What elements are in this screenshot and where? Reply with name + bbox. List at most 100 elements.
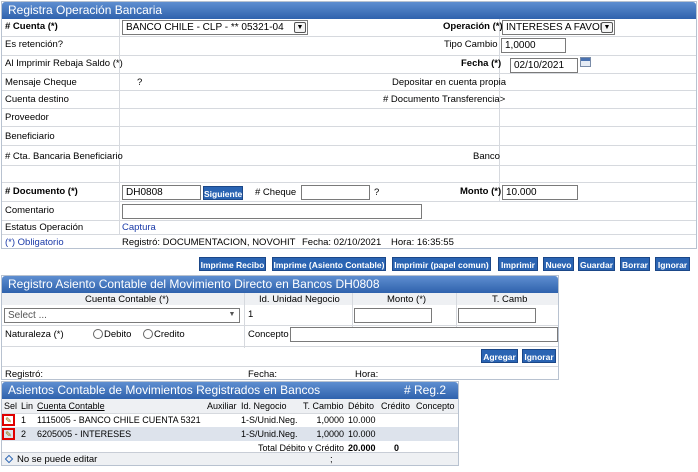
movimientos-panel: Asientos Contable de Movimientos Registr… <box>1 381 459 466</box>
registro-label: Registró: <box>5 369 44 380</box>
header-tcambio: T. Cambio <box>303 400 344 411</box>
imprimir-papel-button[interactable]: Imprimir (papel comun) <box>392 257 491 271</box>
row-auxiliar <box>205 427 239 441</box>
asiento-fecha-label: Fecha: <box>248 369 278 380</box>
header-auxiliar: Auxiliar <box>207 400 237 411</box>
cheque-help[interactable]: ? <box>374 187 379 198</box>
action-toolbar: Imprime Recibo Imprime (Asiento Contable… <box>0 257 698 273</box>
header-cuenta[interactable]: Cuenta Contable <box>35 399 205 413</box>
table-row: ✎ 1 1115005 - BANCO CHILE CUENTA 5321 1-… <box>2 413 458 427</box>
cuenta-contable-select[interactable]: Select ... ▼ <box>4 308 240 323</box>
row-select-cell: ✎ <box>2 413 19 427</box>
row-debito: 10.000 <box>348 415 376 426</box>
monto-input[interactable]: 10.000 <box>502 185 578 200</box>
concepto-input[interactable] <box>290 327 558 342</box>
monto-label: Monto (*) <box>460 186 502 197</box>
header-credito: Crédito <box>381 400 411 411</box>
documento-label: # Documento (*) <box>5 186 78 197</box>
operacion-select-value: INTERESES A FAVOR <box>506 22 607 33</box>
row-cuenta: 6205005 - INTERESES <box>37 429 132 439</box>
operation-form-panel: Registra Operación Bancaria # Cuenta (*)… <box>1 1 697 249</box>
imprime-asiento-button[interactable]: Imprime (Asiento Contable) <box>272 257 386 271</box>
fecha-label: Fecha (*) <box>461 58 502 69</box>
row-select-cell: ✎ <box>2 427 19 441</box>
monto-asiento-input[interactable] <box>354 308 432 323</box>
guardar-button[interactable]: Guardar <box>578 257 615 271</box>
asiento-hora-label: Hora: <box>355 369 379 380</box>
imprimir-button[interactable]: Imprimir <box>498 257 538 271</box>
row-cuenta: 1115005 - BANCO CHILE CUENTA 5321 <box>37 415 201 426</box>
comentario-input[interactable] <box>122 204 422 219</box>
cuenta-select-value: BANCO CHILE - CLP - ** 05321-04 <box>126 22 284 33</box>
mensaje-cheque-help[interactable]: ? <box>137 77 142 88</box>
chevron-down-icon: ▼ <box>294 22 306 33</box>
cuenta-contable-placeholder: Select ... <box>8 310 47 321</box>
debito-radio[interactable] <box>93 329 103 339</box>
table-row: ✎ 2 6205005 - INTERESES 1-S/Unid.Neg. 1,… <box>2 427 458 441</box>
obligatorio-note: (*) Obligatorio <box>5 237 64 248</box>
col-cuenta-header: Cuenta Contable (*) <box>85 294 169 305</box>
movimientos-title: Asientos Contable de Movimientos Registr… <box>8 383 321 397</box>
header-negocio: Id. Negocio <box>241 400 287 411</box>
cuenta-select[interactable]: BANCO CHILE - CLP - ** 05321-04 ▼ <box>122 20 308 35</box>
beneficiario-label: Beneficiario <box>5 131 55 142</box>
table-header-row: Sel Lin Cuenta Contable Auxiliar Id. Neg… <box>2 399 458 413</box>
asiento-title: Registro Asiento Contable del Movimiento… <box>2 276 558 293</box>
registro-info: Registró: DOCUMENTACION, NOVOHIT <box>122 237 296 248</box>
mensaje-cheque-label: Mensaje Cheque <box>5 77 77 88</box>
banco-label: Banco <box>473 151 500 162</box>
row-tcambio: 1,0000 <box>316 415 345 426</box>
estatus-label: Estatus Operación <box>5 222 84 233</box>
ignorar-button[interactable]: Ignorar <box>655 257 690 271</box>
hora-info: Hora: 16:35:55 <box>391 237 454 248</box>
documento-input[interactable]: DH0808 <box>122 185 201 200</box>
estatus-value: Captura <box>122 222 156 233</box>
borrar-button[interactable]: Borrar <box>620 257 650 271</box>
pencil-icon[interactable]: ✎ <box>2 414 15 427</box>
retencion-label: Es retención? <box>5 39 64 50</box>
pencil-icon[interactable]: ✎ <box>2 428 15 440</box>
comentario-label: Comentario <box>5 205 55 216</box>
tipo-cambio-input[interactable]: 1,0000 <box>501 38 566 53</box>
ignorar-asiento-button[interactable]: Ignorar <box>522 349 556 363</box>
cheque-input[interactable] <box>301 185 370 200</box>
movimientos-table: Sel Lin Cuenta Contable Auxiliar Id. Neg… <box>2 399 458 455</box>
row-negocio: 1-S/Unid.Neg. <box>241 415 298 426</box>
fecha-info: Fecha: 02/10/2021 <box>302 237 382 248</box>
col-tcamb-header: T. Camb <box>492 294 528 305</box>
header-concepto: Concepto <box>416 400 455 411</box>
row-lin: 2 <box>21 429 27 439</box>
credito-radio[interactable] <box>143 329 153 339</box>
footer-note: No se puede editar <box>17 454 98 465</box>
siguiente-button[interactable]: Siguiente <box>203 186 243 200</box>
info-diamond-icon <box>4 454 14 464</box>
header-debito: Débito <box>348 400 375 411</box>
chevron-down-icon: ▼ <box>228 311 236 318</box>
debito-label: Debito <box>104 329 132 340</box>
concepto-label: Concepto <box>248 329 289 340</box>
tipo-cambio-label: Tipo Cambio <box>444 39 498 50</box>
cuenta-label: # Cuenta (*) <box>5 21 58 32</box>
operacion-label: Operación (*) <box>443 21 503 32</box>
calendar-icon[interactable] <box>580 57 591 67</box>
row-auxiliar <box>205 413 239 427</box>
col-monto-header: Monto (*) <box>387 294 427 305</box>
agregar-button[interactable]: Agregar <box>481 349 518 363</box>
operacion-select[interactable]: INTERESES A FAVOR ▼ <box>502 20 615 35</box>
movimientos-footer: No se puede editar ; <box>2 452 458 465</box>
footer-mid: ; <box>330 454 333 465</box>
tcamb-input[interactable] <box>458 308 536 323</box>
fecha-input[interactable]: 02/10/2021 <box>510 58 578 73</box>
row-concepto <box>414 427 458 441</box>
naturaleza-label: Naturaleza (*) <box>5 329 64 340</box>
movimientos-title-bar: Asientos Contable de Movimientos Registr… <box>2 382 458 399</box>
row-debito: 10.000 <box>348 429 376 439</box>
row-credito <box>379 427 414 441</box>
nuevo-button[interactable]: Nuevo <box>543 257 574 271</box>
imprime-recibo-button[interactable]: Imprime Recibo <box>199 257 266 271</box>
cuenta-destino-label: Cuenta destino <box>5 94 69 105</box>
doc-transferencia-label: # Documento Transferencia> <box>383 94 506 105</box>
col-unidad-header: Id. Unidad Negocio <box>259 294 340 305</box>
credito-label: Credito <box>154 329 185 340</box>
header-lin: Lin <box>21 400 34 411</box>
